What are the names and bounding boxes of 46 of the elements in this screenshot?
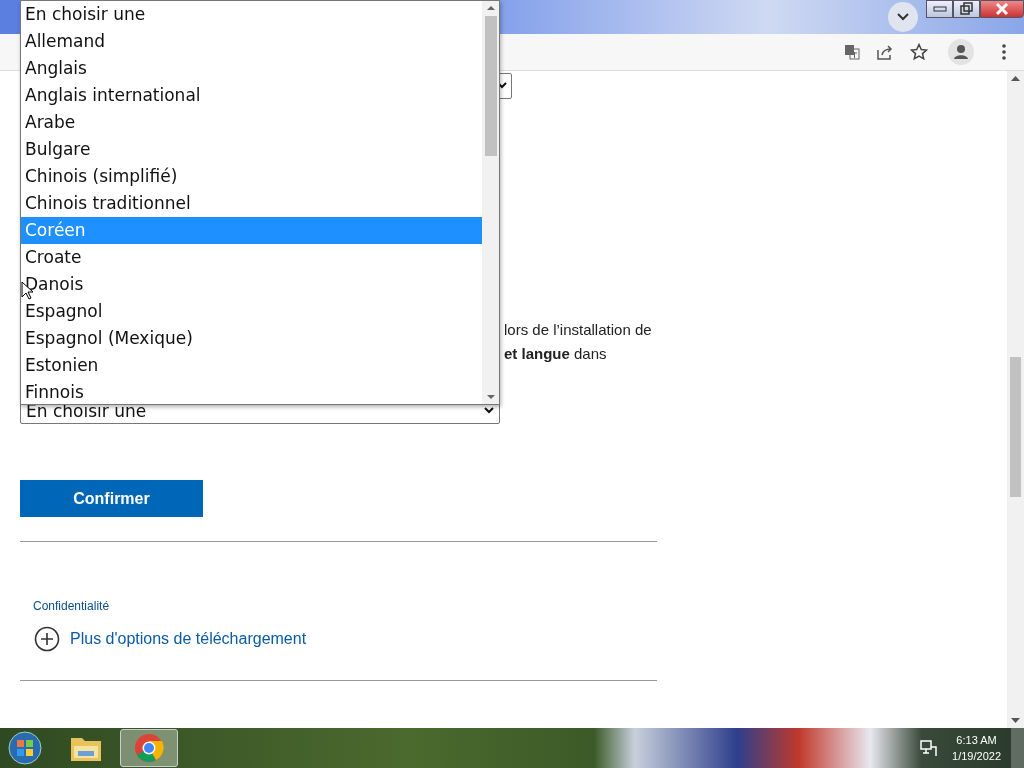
scrollbar-thumb[interactable] [1010,357,1021,497]
menu-icon[interactable] [1002,44,1006,60]
more-options-link[interactable]: Plus d'options de téléchargement [70,630,307,648]
start-button[interactable] [8,731,42,765]
dropdown-option[interactable]: Chinois (simplifié) [21,163,482,190]
chevron-down-icon [896,12,910,22]
network-icon[interactable] [920,739,939,757]
share-icon[interactable] [876,44,894,60]
star-icon[interactable] [910,43,928,61]
plus-circle-icon[interactable] [34,626,60,652]
paragraph-text: et langue dans [504,344,608,364]
tab-search-button[interactable] [888,2,918,32]
dropdown-option[interactable]: Arabe [21,109,482,136]
chrome-taskbar-button[interactable] [120,729,178,767]
scrollbar-thumb[interactable] [484,16,497,156]
browser-icon [134,733,164,763]
dropdown-option[interactable]: Allemand [21,28,482,55]
dropdown-option[interactable]: Bulgare [21,136,482,163]
scrollbar[interactable] [482,1,499,404]
paragraph-text: lors de l’installation de [504,320,653,340]
dropdown-option[interactable]: Estonien [21,352,482,379]
dropdown-option[interactable]: Anglais international [21,82,482,109]
scrollbar[interactable] [1007,71,1024,728]
minimize-icon [932,6,947,12]
restore-icon [959,2,974,16]
clock-time: 6:13 AM [956,733,997,748]
profile-icon[interactable] [948,39,974,65]
close-icon [995,3,1009,15]
close-button[interactable] [980,0,1024,18]
dropdown-option[interactable]: Espagnol (Mexique) [21,325,482,352]
dropdown-option[interactable]: Croate [21,244,482,271]
dropdown-option[interactable]: Espagnol [21,298,482,325]
scroll-down-icon[interactable] [486,394,495,400]
confirm-button[interactable]: Confirmer [20,480,203,517]
dropdown-option[interactable]: Anglais [21,55,482,82]
dropdown-option[interactable]: En choisir une [21,1,482,28]
minimize-button[interactable] [926,0,953,18]
clock-date: 1/19/2022 [952,749,1001,764]
caret-icon [484,406,494,415]
privacy-link[interactable]: Confidentialité [33,599,110,613]
scroll-down-icon[interactable] [1011,718,1020,724]
scroll-up-icon[interactable] [486,5,495,11]
dropdown-option[interactable]: Chinois traditionnel [21,190,482,217]
restore-button[interactable] [953,0,980,18]
scroll-up-icon[interactable] [1011,75,1020,81]
translate-icon[interactable] [844,44,860,60]
